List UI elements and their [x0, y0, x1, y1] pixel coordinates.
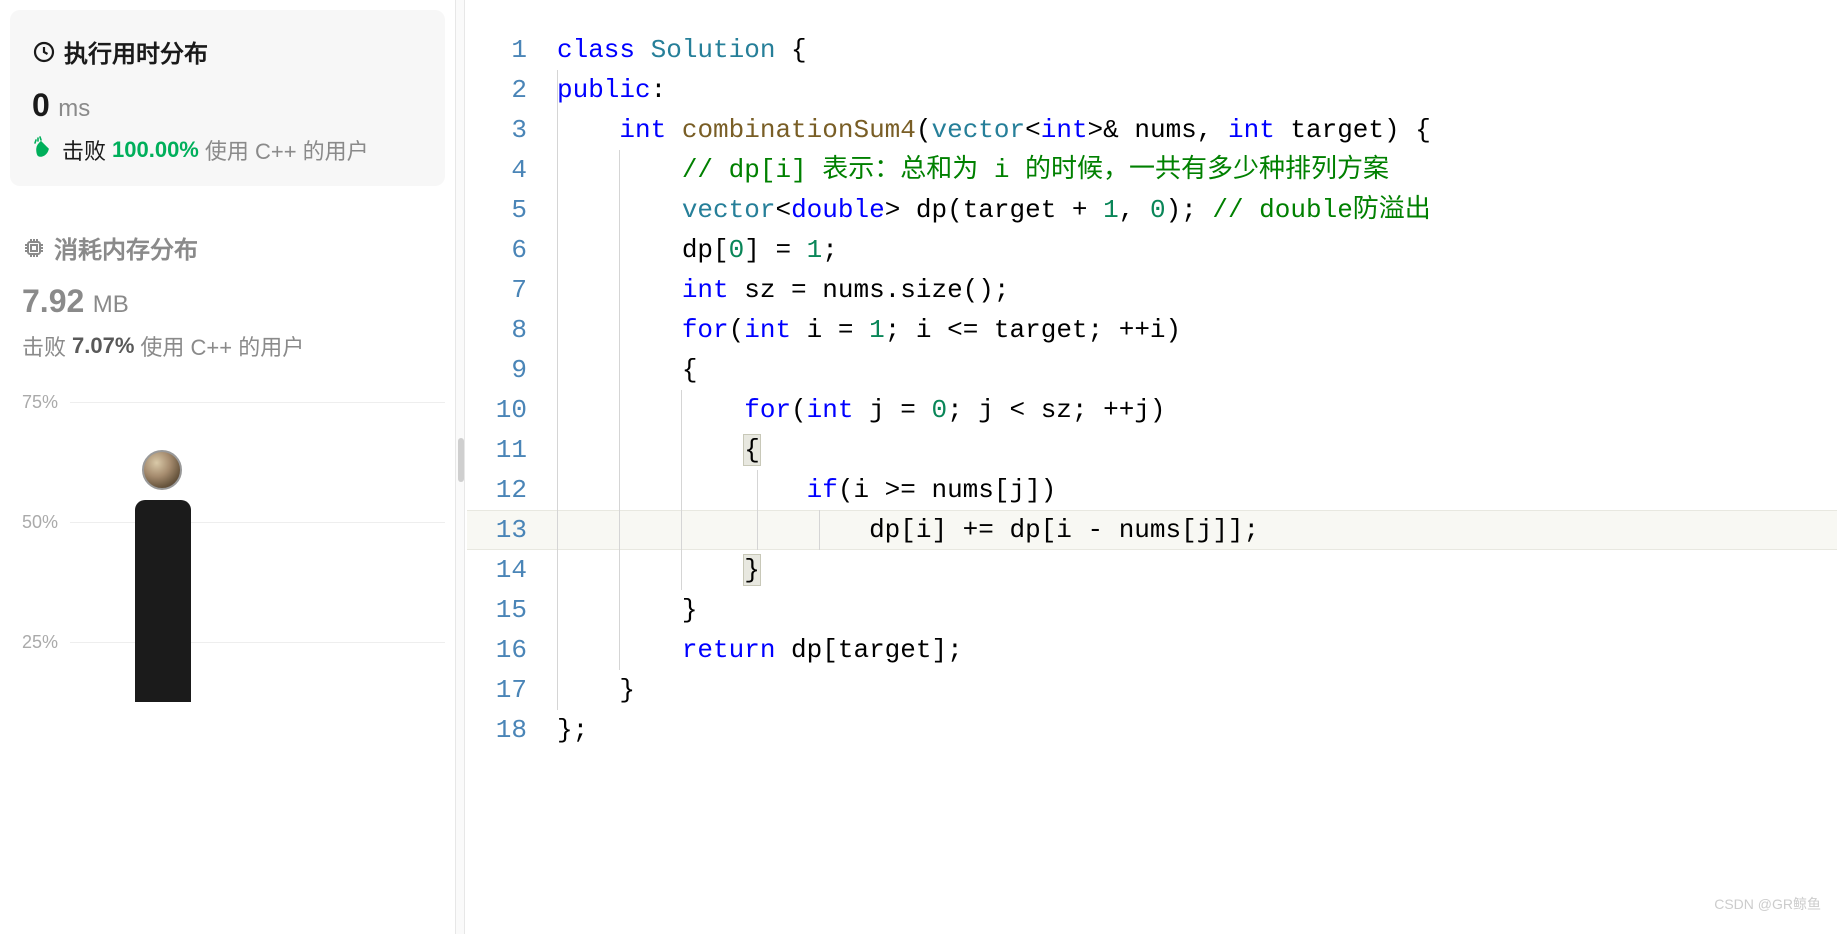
code-content[interactable]: } — [557, 550, 760, 590]
code-content[interactable]: } — [557, 670, 635, 710]
code-line: 17 } — [467, 670, 1837, 710]
distribution-chart[interactable]: 75% 50% 25% — [0, 382, 455, 702]
watermark: CSDN @GR鲸鱼 — [1714, 884, 1821, 924]
line-number: 14 — [467, 550, 557, 590]
code-content[interactable]: vector<double> dp(target + 1, 0); // dou… — [557, 190, 1431, 230]
code-content[interactable]: { — [557, 430, 760, 470]
code-line: 18 }; — [467, 710, 1837, 750]
line-number: 11 — [467, 430, 557, 470]
chart-bar[interactable] — [135, 500, 191, 702]
code-content[interactable]: for(int j = 0; j < sz; ++j) — [557, 390, 1166, 430]
pane-divider[interactable] — [455, 0, 465, 934]
code-content[interactable]: // dp[i] 表示：总和为 i 的时候，一共有多少种排列方案 — [557, 150, 1389, 190]
code-content[interactable]: for(int i = 1; i <= target; ++i) — [557, 310, 1181, 350]
line-number: 12 — [467, 470, 557, 510]
code-line: 2 public: — [467, 70, 1837, 110]
line-number: 13 — [467, 510, 557, 550]
line-number: 5 — [467, 190, 557, 230]
runtime-title-text: 执行用时分布 — [64, 34, 208, 69]
code-content[interactable]: class Solution { — [557, 30, 807, 70]
code-line: 4 // dp[i] 表示：总和为 i 的时候，一共有多少种排列方案 — [467, 150, 1837, 190]
y-tick-25: 25% — [22, 632, 58, 653]
gridline — [70, 402, 445, 403]
chip-icon — [22, 236, 46, 260]
memory-value: 7.92 — [22, 283, 84, 319]
code-line: 15 } — [467, 590, 1837, 630]
y-tick-75: 75% — [22, 392, 58, 413]
line-number: 3 — [467, 110, 557, 150]
line-number: 8 — [467, 310, 557, 350]
code-content[interactable]: int combinationSum4(vector<int>& nums, i… — [557, 110, 1431, 150]
memory-panel[interactable]: 消耗内存分布 7.92 MB 击败 7.07% 使用 C++ 的用户 — [0, 206, 455, 382]
memory-beats: 击败 7.07% 使用 C++ 的用户 — [22, 330, 433, 362]
line-number: 17 — [467, 670, 557, 710]
line-number: 4 — [467, 150, 557, 190]
code-line: 5 vector<double> dp(target + 1, 0); // d… — [467, 190, 1837, 230]
memory-title-text: 消耗内存分布 — [54, 230, 198, 265]
code-line: 6 dp[0] = 1; — [467, 230, 1837, 270]
stats-sidebar: 执行用时分布 0 ms 击败 100.00% 使用 C++ 的用户 消耗内存分 — [0, 0, 455, 934]
code-line: 10 for(int j = 0; j < sz; ++j) — [467, 390, 1837, 430]
gridline — [70, 642, 445, 643]
line-number: 18 — [467, 710, 557, 750]
code-content[interactable]: } — [557, 590, 697, 630]
memory-title: 消耗内存分布 — [22, 230, 433, 265]
code-line: 9 { — [467, 350, 1837, 390]
code-line: 3 int combinationSum4(vector<int>& nums,… — [467, 110, 1837, 150]
runtime-metric: 0 ms — [32, 87, 423, 124]
line-number: 1 — [467, 30, 557, 70]
runtime-beats-rest: 使用 C++ 的用户 — [205, 134, 369, 166]
runtime-beats: 击败 100.00% 使用 C++ 的用户 — [32, 134, 423, 166]
code-editor[interactable]: 1 class Solution { 2 public: 3 int combi… — [467, 0, 1837, 934]
memory-beats-pct: 7.07% — [72, 333, 134, 359]
code-line: 8 for(int i = 1; i <= target; ++i) — [467, 310, 1837, 350]
code-line: 1 class Solution { — [467, 30, 1837, 70]
runtime-title: 执行用时分布 — [32, 34, 423, 69]
memory-metric: 7.92 MB — [22, 283, 433, 320]
code-content[interactable]: { — [557, 350, 697, 390]
code-content[interactable]: }; — [557, 710, 588, 750]
line-number: 2 — [467, 70, 557, 110]
code-content[interactable]: int sz = nums.size(); — [557, 270, 1010, 310]
clap-icon — [32, 135, 56, 165]
code-content[interactable]: dp[0] = 1; — [557, 230, 838, 270]
beats-label: 击败 — [62, 134, 106, 166]
y-tick-50: 50% — [22, 512, 58, 533]
line-number: 16 — [467, 630, 557, 670]
code-line: 11 { — [467, 430, 1837, 470]
code-content[interactable]: return dp[target]; — [557, 630, 963, 670]
line-number: 7 — [467, 270, 557, 310]
line-number: 10 — [467, 390, 557, 430]
runtime-beats-pct: 100.00% — [112, 137, 199, 163]
code-content[interactable]: public: — [557, 70, 666, 110]
code-line: 7 int sz = nums.size(); — [467, 270, 1837, 310]
runtime-panel[interactable]: 执行用时分布 0 ms 击败 100.00% 使用 C++ 的用户 — [10, 10, 445, 186]
clock-icon — [32, 40, 56, 64]
scroll-handle[interactable] — [458, 438, 464, 482]
runtime-unit: ms — [58, 95, 90, 122]
runtime-value: 0 — [32, 87, 50, 123]
gridline — [70, 522, 445, 523]
line-number: 9 — [467, 350, 557, 390]
code-content[interactable]: if(i >= nums[j]) — [557, 470, 1056, 510]
code-line: 16 return dp[target]; — [467, 630, 1837, 670]
line-number: 6 — [467, 230, 557, 270]
line-number: 15 — [467, 590, 557, 630]
code-line: 14 } — [467, 550, 1837, 590]
code-line-active: 13 dp[i] += dp[i - nums[j]]; — [467, 510, 1837, 550]
memory-beats-rest: 使用 C++ 的用户 — [140, 330, 304, 362]
code-content[interactable]: dp[i] += dp[i - nums[j]]; — [557, 510, 1259, 550]
memory-unit: MB — [93, 291, 129, 318]
memory-beats-label: 击败 — [22, 330, 66, 362]
code-line: 12 if(i >= nums[j]) — [467, 470, 1837, 510]
avatar[interactable] — [142, 450, 182, 490]
